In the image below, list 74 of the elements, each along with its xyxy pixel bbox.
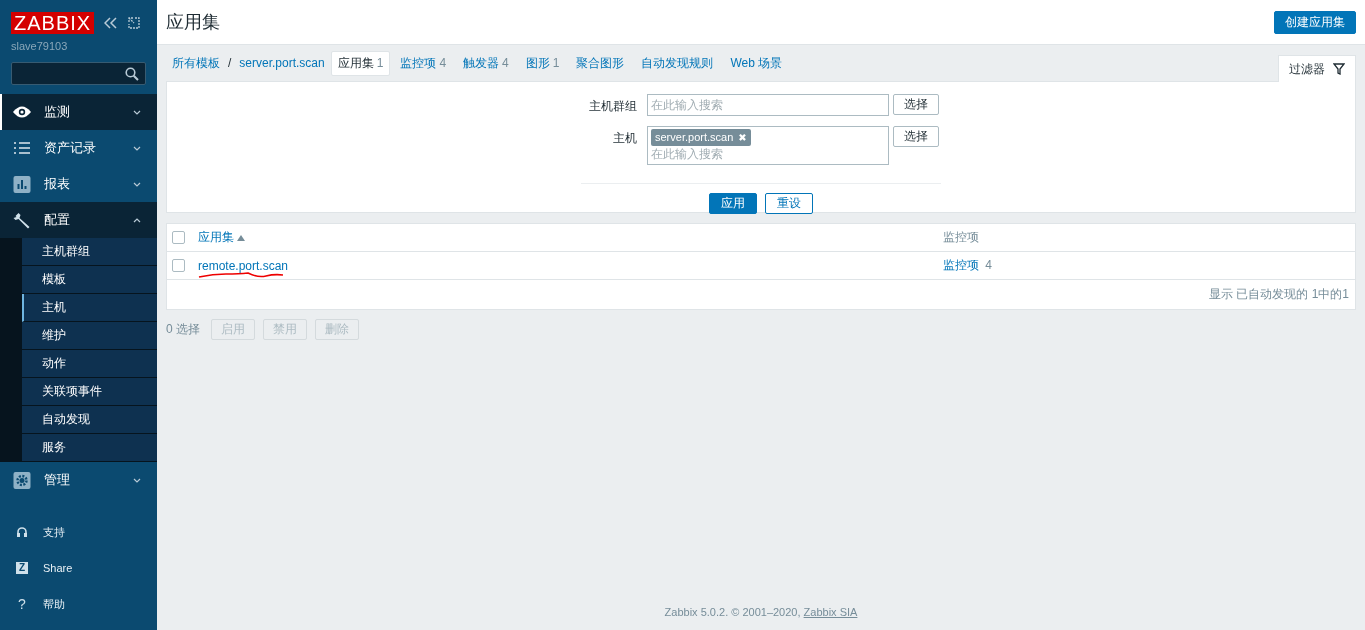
submenu-item[interactable]: 动作	[22, 350, 157, 378]
gear-icon	[12, 471, 32, 489]
submenu-item[interactable]: 服务	[22, 434, 157, 462]
submenu-item[interactable]: 主机	[22, 294, 157, 322]
nav-tab[interactable]: 图形 1	[518, 50, 567, 76]
caret-icon	[133, 181, 141, 187]
submenu-item[interactable]: 模板	[22, 266, 157, 294]
field-label: 主机	[612, 130, 637, 147]
footer-link[interactable]: Zabbix SIA	[803, 606, 858, 618]
menu-label: 监测	[44, 103, 71, 121]
caret-icon	[133, 109, 141, 115]
eye-icon	[12, 105, 32, 119]
host-tag: server.port.scan ✖	[651, 129, 751, 146]
items-link[interactable]: 监控项	[943, 258, 979, 272]
nav-tab[interactable]: 触发器 4	[456, 50, 516, 76]
menu-item[interactable]: 配置	[0, 202, 157, 238]
chart-icon	[12, 175, 32, 193]
footer-text: Zabbix 5.0.2. © 2001–2020,	[664, 606, 801, 618]
breadcrumb-separator: /	[228, 56, 232, 70]
zabbix-logo[interactable]: ZABBIX	[11, 12, 95, 34]
sidebar-link[interactable]: 帮助	[43, 596, 65, 612]
menu-label: 资产记录	[44, 139, 97, 157]
share-logo: Z	[16, 562, 28, 574]
server-name: slave79103	[10, 39, 69, 52]
menu-item[interactable]: 监测	[0, 94, 157, 130]
select-button[interactable]: 选择	[893, 94, 939, 115]
select-button[interactable]: 选择	[893, 126, 939, 147]
submenu-item[interactable]: 自动发现	[22, 406, 157, 434]
menu-item[interactable]: 管理	[0, 462, 157, 498]
caret-icon	[133, 145, 141, 151]
column-header: 监控项	[943, 230, 979, 244]
column-header[interactable]: 应用集	[198, 229, 234, 246]
sidebar-link[interactable]: 支持	[43, 524, 65, 540]
field-label: 主机群组	[588, 98, 637, 115]
filter-tab[interactable]: 过滤器	[1278, 55, 1356, 82]
sidebar-search-field[interactable]	[11, 62, 146, 85]
kiosk-mode-icon[interactable]	[128, 17, 141, 29]
menu-label: 报表	[44, 175, 71, 193]
apply-button[interactable]: 应用	[709, 193, 757, 214]
nav-tab[interactable]: Web 场景	[723, 50, 790, 76]
wrench-icon	[12, 211, 32, 229]
filter-icon	[1333, 63, 1345, 75]
application-link[interactable]: remote.port.scan	[198, 258, 289, 273]
nav-tab[interactable]: 监控项 4	[393, 50, 454, 76]
caret-icon	[133, 477, 141, 483]
nav-tab[interactable]: 应用集 1	[330, 50, 391, 76]
row-checkbox[interactable]	[172, 259, 185, 272]
sidebar-link[interactable]: Share	[43, 562, 73, 574]
remove-tag-button[interactable]: ✖	[738, 132, 747, 143]
table-summary: 显示 已自动发现的 1中的1	[1209, 286, 1349, 303]
menu-label: 配置	[44, 211, 71, 229]
help-glyph: ?	[17, 596, 27, 612]
multiselect-field[interactable]: server.port.scan ✖ 在此输入搜索	[647, 126, 889, 165]
caret-icon	[133, 217, 141, 223]
menu-item[interactable]: 报表	[0, 166, 157, 202]
collapse-icon[interactable]	[104, 17, 119, 29]
search-icon[interactable]	[125, 66, 139, 81]
create-application-button[interactable]: 创建应用集	[1274, 10, 1356, 34]
menu-label: 管理	[44, 471, 71, 489]
page-title: 应用集	[166, 11, 220, 34]
selected-count: 0 选择	[166, 321, 200, 338]
submenu-item[interactable]: 关联项事件	[22, 378, 157, 406]
submenu-item[interactable]: 维护	[22, 322, 157, 350]
list-icon	[12, 141, 32, 155]
nav-tab[interactable]: 自动发现规则	[634, 50, 721, 76]
items-count: 4	[985, 258, 993, 272]
select-all-checkbox[interactable]	[172, 231, 185, 244]
headset-icon	[16, 525, 28, 539]
submenu-item[interactable]: 主机群组	[22, 238, 157, 266]
breadcrumb-link[interactable]: server.port.scan	[239, 56, 325, 70]
reset-button[interactable]: 重设	[765, 193, 813, 214]
breadcrumb-link[interactable]: 所有模板	[172, 54, 220, 72]
nav-tab[interactable]: 聚合图形	[569, 50, 632, 76]
menu-item[interactable]: 资产记录	[0, 130, 157, 166]
